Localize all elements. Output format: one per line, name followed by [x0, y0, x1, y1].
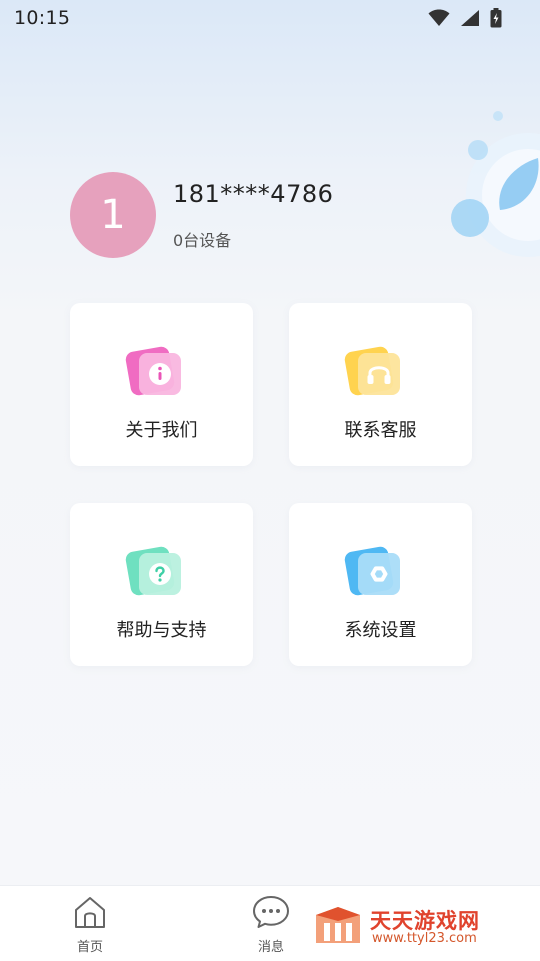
headset-icon [344, 346, 400, 396]
avatar[interactable]: 1 [70, 172, 156, 258]
chat-bubble-icon [253, 896, 289, 928]
help-support-label: 帮助与支持 [116, 620, 207, 641]
help-support-card[interactable]: 帮助与支持 [70, 503, 253, 666]
customer-service-label: 联系客服 [344, 420, 417, 441]
system-settings-card[interactable]: 系统设置 [289, 503, 472, 666]
help-icon [125, 546, 181, 596]
wifi-icon [428, 9, 450, 26]
system-settings-label: 系统设置 [344, 620, 417, 641]
watermark-logo-icon [316, 907, 360, 943]
watermark-url: www.ttyl23.com [372, 931, 477, 946]
user-profile: 1 181****4786 0台设备 [70, 172, 490, 262]
watermark: 天天游戏网 www.ttyl23.com [312, 903, 512, 951]
status-bar: 10:15 [0, 0, 540, 36]
phone-number: 181****4786 [173, 180, 334, 208]
info-icon [125, 346, 181, 396]
status-time: 10:15 [14, 7, 71, 29]
battery-charging-icon [490, 8, 502, 28]
status-icons [428, 8, 502, 28]
nav-home[interactable]: 首页 [50, 894, 130, 955]
device-count: 0台设备 [173, 231, 232, 250]
customer-service-card[interactable]: 联系客服 [289, 303, 472, 466]
nav-messages[interactable]: 消息 [231, 894, 311, 955]
nav-home-label: 首页 [76, 940, 103, 955]
nav-messages-label: 消息 [257, 940, 284, 955]
about-us-card[interactable]: 关于我们 [70, 303, 253, 466]
home-icon [75, 897, 105, 928]
about-us-label: 关于我们 [125, 420, 198, 441]
settings-icon [344, 546, 400, 596]
signal-icon [461, 10, 479, 26]
